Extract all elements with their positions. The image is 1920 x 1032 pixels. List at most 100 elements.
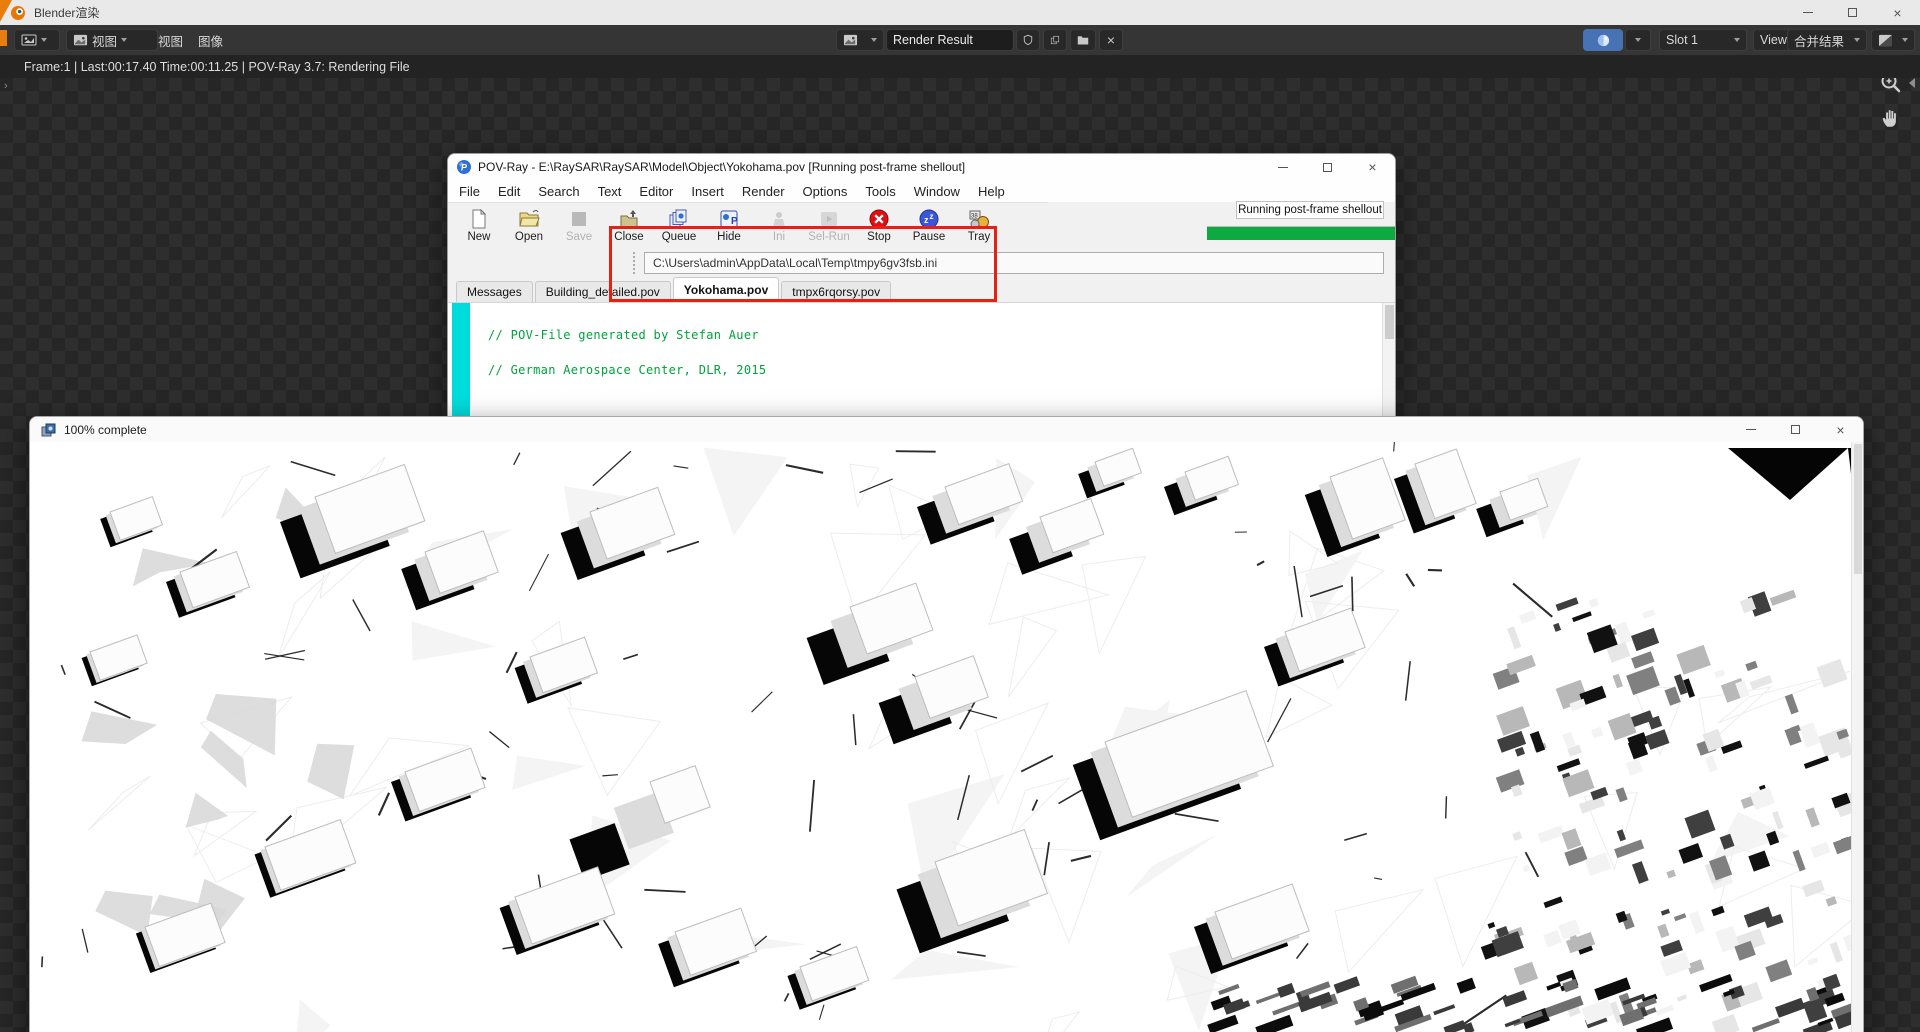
image-editor-icon: [21, 32, 37, 48]
render-image-area: [30, 442, 1863, 1032]
editor-mode-dropdown[interactable]: 视图: [66, 29, 158, 51]
render-scrollbar[interactable]: [1851, 442, 1863, 1032]
slot-dropdown[interactable]: Slot 1: [1659, 29, 1747, 51]
image-datablock-browse-dropdown[interactable]: [836, 29, 884, 51]
render-status-box: Running post-frame shellout: [1236, 201, 1384, 219]
render-result-window-controls: ×: [1728, 417, 1863, 442]
view-mode-icon: [73, 33, 88, 48]
blender-logo-icon: [10, 5, 26, 21]
render-result-title: 100% complete: [64, 423, 147, 437]
toolbar-grip: [633, 252, 635, 274]
chevron-down-icon: [1635, 38, 1641, 42]
tab-building-detailed[interactable]: Building_detailed.pov: [535, 281, 671, 302]
chevron-down-icon: [121, 38, 127, 42]
render-image: [30, 442, 1852, 1032]
render-close-button[interactable]: ×: [1818, 417, 1863, 442]
background-window-fragment: [0, 30, 7, 46]
povray-logo-icon: P: [456, 159, 472, 175]
new-file-icon: [468, 208, 490, 230]
blender-menu-view[interactable]: 视图: [150, 25, 191, 55]
chevron-down-icon: [871, 38, 877, 42]
povray-maximize-button[interactable]: [1305, 154, 1350, 180]
menu-tools[interactable]: Tools: [856, 184, 904, 199]
menu-help[interactable]: Help: [969, 184, 1014, 199]
image-icon: [843, 33, 858, 48]
blender-close-button[interactable]: ×: [1875, 0, 1920, 25]
display-channels-dropdown[interactable]: [1871, 29, 1915, 51]
render-pass-dropdown[interactable]: 合并结果: [1787, 29, 1867, 51]
povray-titlebar[interactable]: P POV-Ray - E:\RaySAR\RaySAR\Model\Objec…: [448, 154, 1395, 180]
close-file-icon: [618, 208, 640, 230]
close-icon: ×: [1107, 32, 1115, 48]
unlink-image-button[interactable]: ×: [1099, 29, 1123, 51]
svg-text:38: 38: [971, 213, 978, 219]
open-image-button[interactable]: [1070, 29, 1096, 51]
pan-tool-button[interactable]: [1874, 100, 1908, 134]
hide-button[interactable]: P Hide: [704, 203, 754, 247]
panel-expand-arrow[interactable]: ›: [4, 80, 8, 92]
tab-messages[interactable]: Messages: [456, 281, 533, 302]
povray-toolbar: New Open Save: [448, 202, 1048, 248]
blender-window-title: Blender渲染: [34, 4, 99, 21]
chevron-down-icon: [1854, 38, 1860, 42]
close-button[interactable]: Close: [604, 203, 654, 247]
open-folder-icon: [518, 208, 540, 230]
image-pin-toggle[interactable]: [1583, 29, 1623, 51]
tab-tmp-pov[interactable]: tmpx6rqorsy.pov: [781, 281, 891, 302]
chevron-down-icon: [1734, 38, 1740, 42]
menu-insert[interactable]: Insert: [682, 184, 733, 199]
save-icon: [568, 208, 590, 230]
new-button[interactable]: New: [454, 203, 504, 247]
render-maximize-button[interactable]: [1773, 417, 1818, 442]
new-image-button[interactable]: [1043, 29, 1067, 51]
editor-scrollbar-thumb[interactable]: [1385, 305, 1394, 339]
svg-text:z: z: [930, 212, 934, 221]
render-scrollbar-thumb[interactable]: [1854, 444, 1862, 574]
hand-icon: [1879, 105, 1903, 129]
save-button[interactable]: Save: [554, 203, 604, 247]
render-minimize-button[interactable]: [1728, 417, 1773, 442]
tab-yokohama[interactable]: Yokohama.pov: [673, 277, 779, 302]
tray-icon: 38: [968, 208, 990, 230]
menu-text[interactable]: Text: [589, 184, 631, 199]
povray-close-button[interactable]: ×: [1350, 154, 1395, 180]
hide-icon: P: [718, 208, 740, 230]
svg-text:P: P: [731, 216, 738, 227]
render-result-window-icon: [40, 422, 56, 438]
pin-dropdown[interactable]: [1625, 29, 1651, 51]
queue-icon: [668, 208, 690, 230]
blender-minimize-button[interactable]: [1785, 0, 1830, 25]
povray-window-title: POV-Ray - E:\RaySAR\RaySAR\Model\Object\…: [478, 160, 965, 174]
ini-path-combobox[interactable]: C:\Users\admin\AppData\Local\Temp\tmpy6g…: [644, 252, 1384, 274]
ini-button[interactable]: Ini: [754, 203, 804, 247]
blender-titlebar: Blender渲染 ×: [0, 0, 1920, 25]
tray-button[interactable]: 38 Tray: [954, 203, 1004, 247]
menu-options[interactable]: Options: [794, 184, 857, 199]
stop-button[interactable]: Stop: [854, 203, 904, 247]
image-name-field[interactable]: Render Result: [886, 29, 1014, 51]
blender-maximize-button[interactable]: [1830, 0, 1875, 25]
menu-editor[interactable]: Editor: [630, 184, 682, 199]
pause-button[interactable]: z z Pause: [904, 203, 954, 247]
region-collapse-chevron[interactable]: [1909, 78, 1915, 88]
menu-edit[interactable]: Edit: [489, 184, 529, 199]
render-sphere-icon: [1596, 33, 1611, 48]
editor-type-dropdown[interactable]: [14, 29, 60, 51]
menu-render[interactable]: Render: [733, 184, 794, 199]
sel-run-button[interactable]: Sel-Run: [804, 203, 854, 247]
menu-search[interactable]: Search: [529, 184, 588, 199]
chevron-down-icon: [1902, 38, 1908, 42]
editor-mode-label: 视图: [92, 31, 117, 50]
blender-menu-image[interactable]: 图像: [190, 25, 231, 55]
render-result-titlebar[interactable]: 100% complete ×: [30, 417, 1863, 442]
sel-run-icon: [818, 208, 840, 230]
open-button[interactable]: Open: [504, 203, 554, 247]
povray-window-controls: ×: [1260, 154, 1395, 180]
povray-minimize-button[interactable]: [1260, 154, 1305, 180]
queue-button[interactable]: Queue: [654, 203, 704, 247]
menu-file[interactable]: File: [450, 184, 489, 199]
menu-window[interactable]: Window: [905, 184, 969, 199]
fake-user-shield-button[interactable]: [1016, 29, 1040, 51]
desktop: Blender渲染 × 视图 视图: [0, 0, 1920, 1032]
povray-menubar: File Edit Search Text Editor Insert Rend…: [448, 180, 1395, 202]
